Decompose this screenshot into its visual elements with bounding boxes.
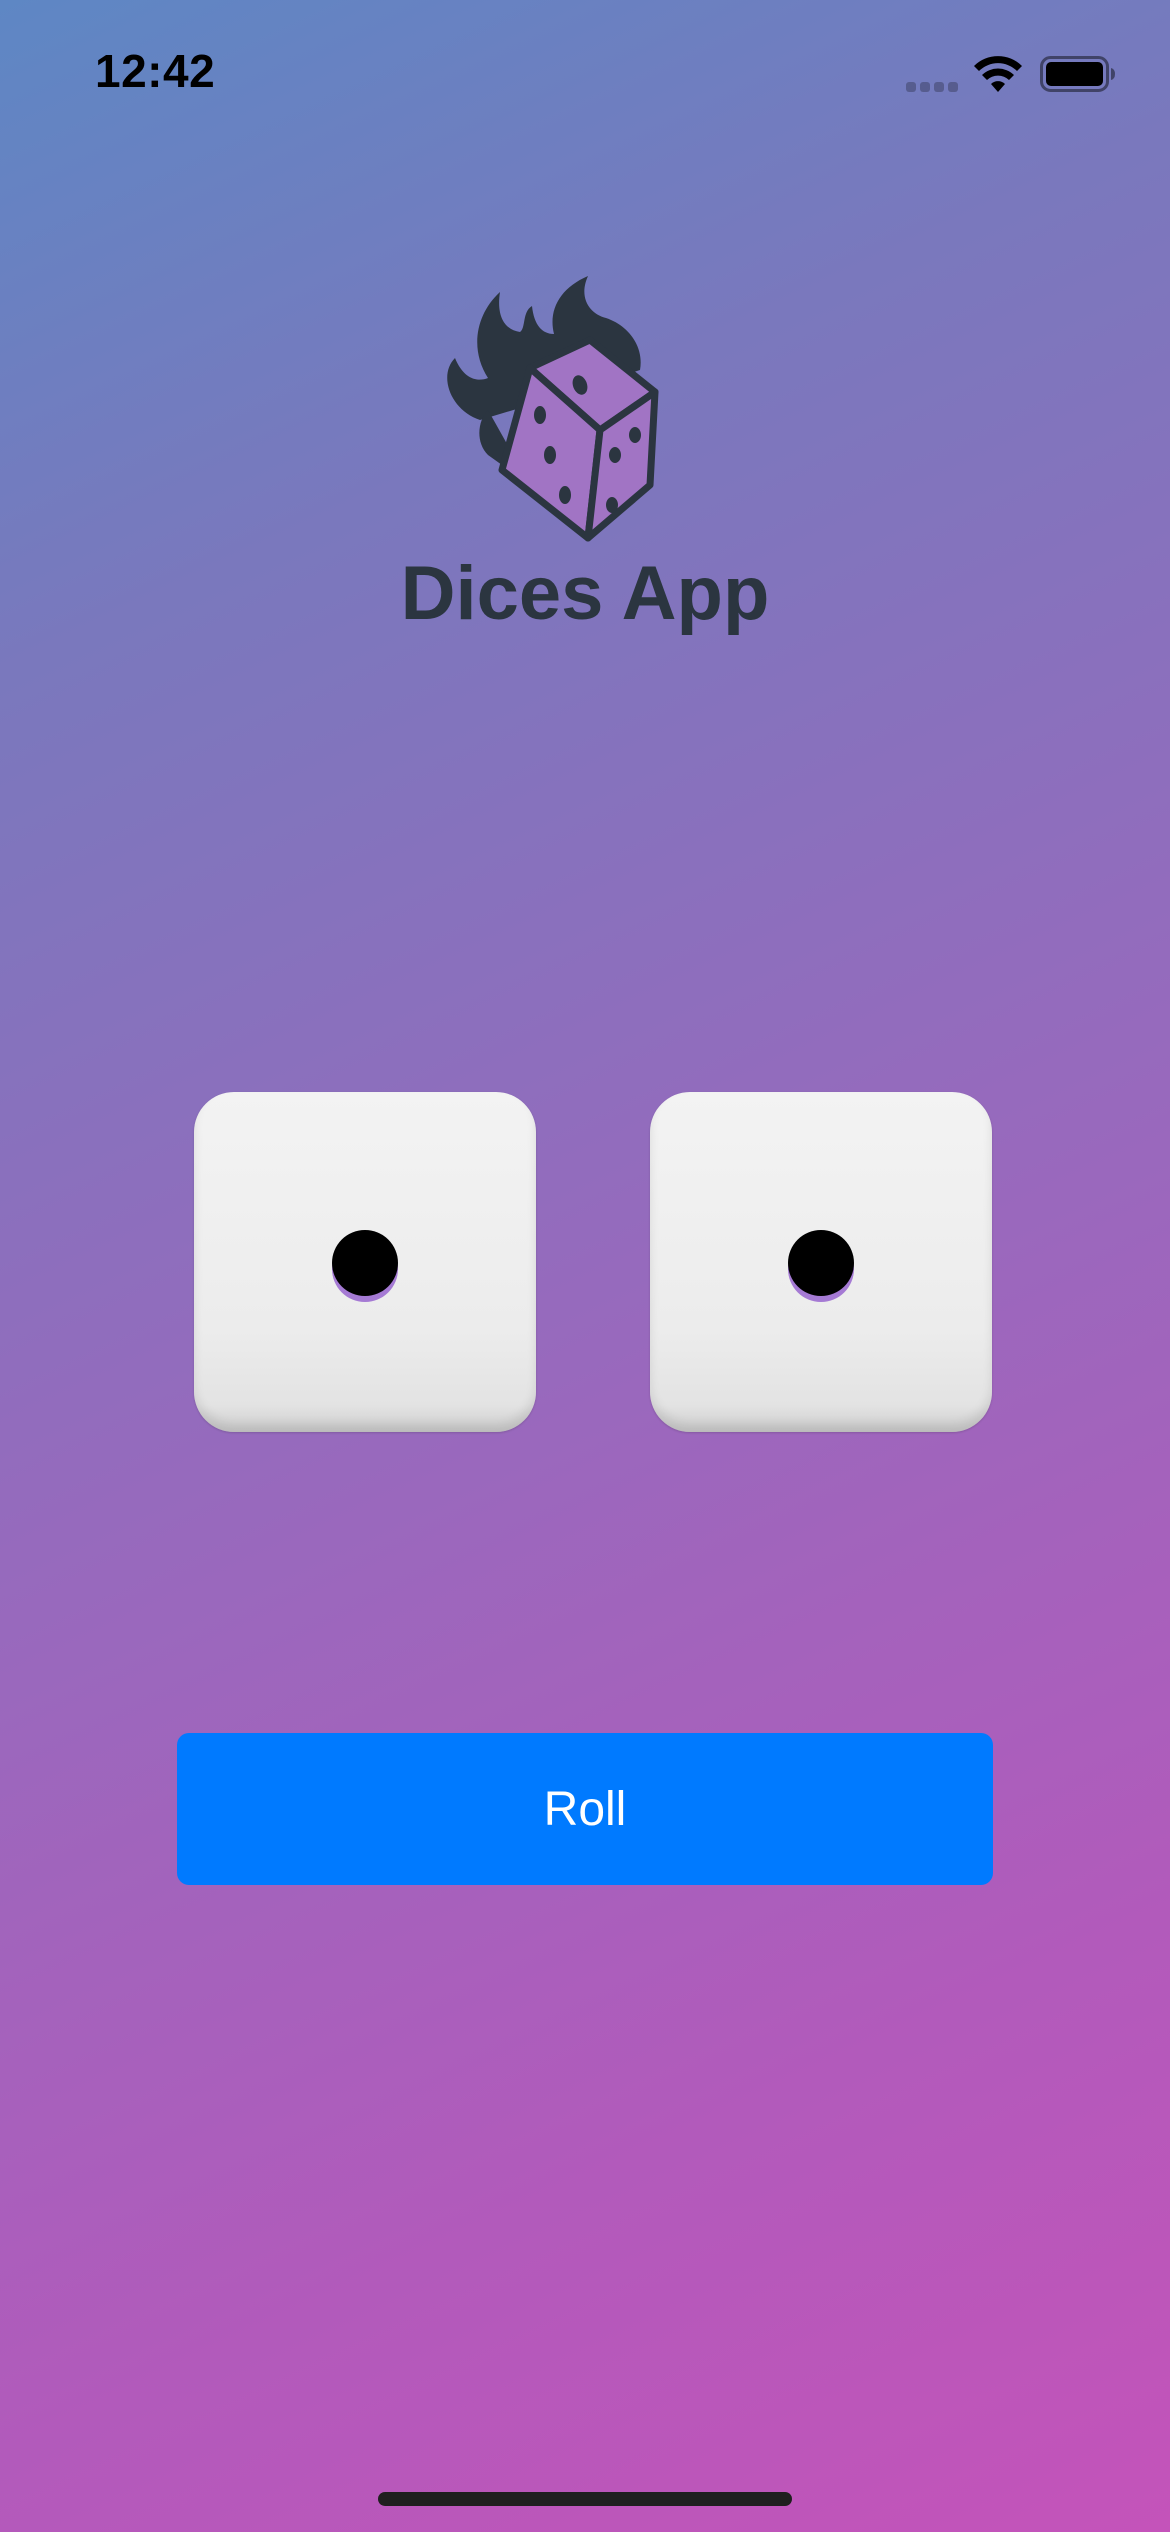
battery-icon (1040, 56, 1115, 92)
status-time: 12:42 (95, 45, 216, 97)
roll-button[interactable]: Roll (177, 1733, 993, 1885)
flaming-dice-logo-icon (447, 276, 659, 542)
die-left (194, 1092, 536, 1432)
status-bar: 12:42 (0, 0, 1170, 140)
cellular-signal-icon (906, 82, 960, 92)
home-indicator[interactable] (378, 2492, 792, 2506)
wifi-icon (974, 56, 1022, 92)
app-title: Dices App (400, 551, 770, 636)
die-pip (332, 1230, 398, 1296)
die-pip (788, 1230, 854, 1296)
die-right (650, 1092, 992, 1432)
